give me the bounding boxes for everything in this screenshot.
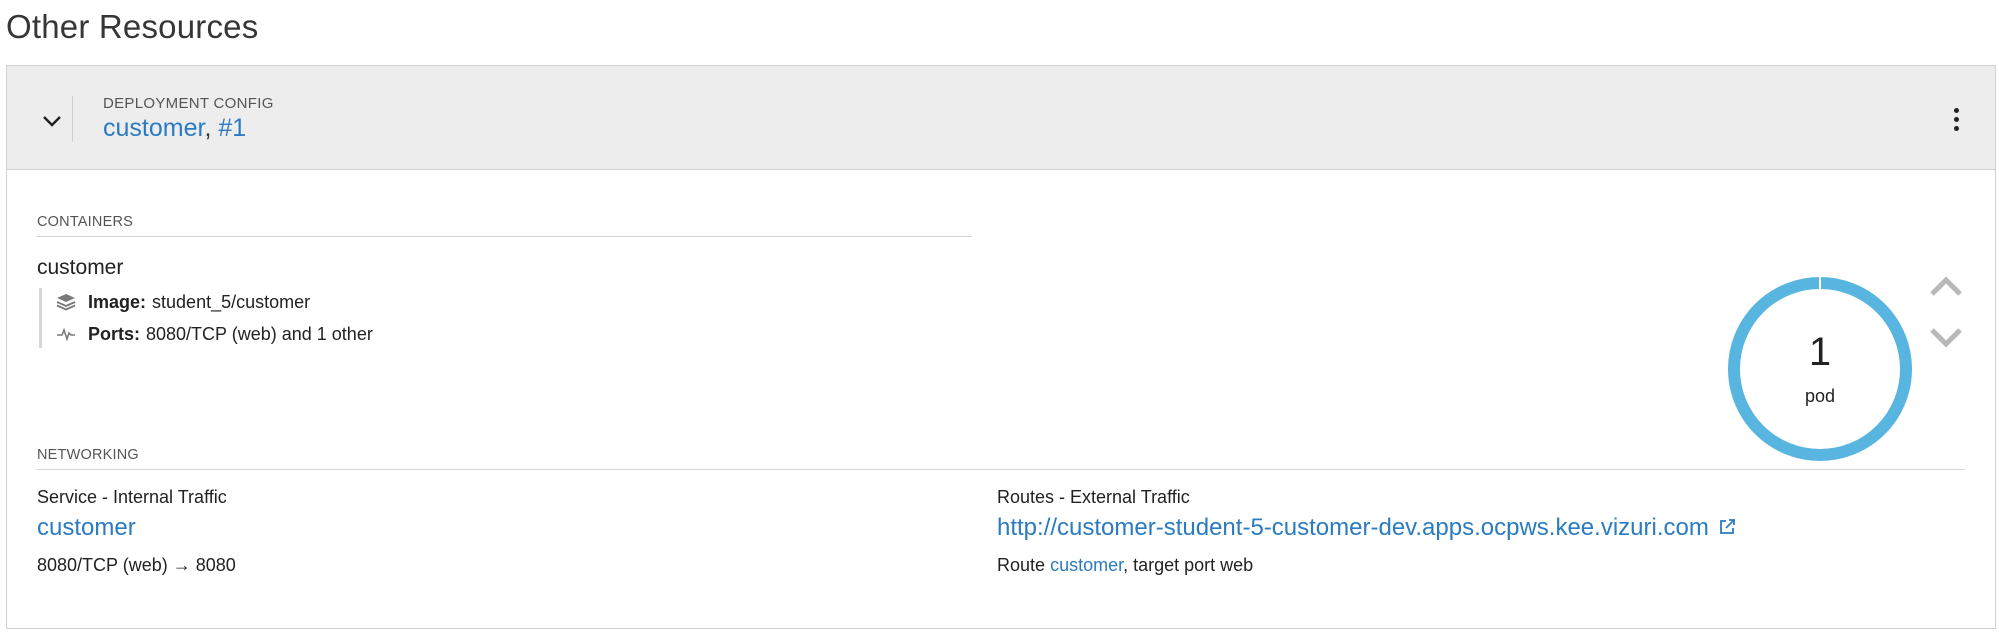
networking-section-label: NETWORKING bbox=[37, 447, 139, 463]
route-url-link[interactable]: http://customer-student-5-customer-dev.a… bbox=[997, 514, 1709, 541]
deployment-kind-label: DEPLOYMENT CONFIG bbox=[103, 95, 274, 112]
chevron-down-icon bbox=[1930, 328, 1962, 348]
page-title: Other Resources bbox=[6, 8, 259, 45]
image-label: Image: bbox=[88, 291, 147, 312]
route-suffix: , target port web bbox=[1123, 555, 1254, 575]
deployment-title: customer, #1 bbox=[103, 114, 246, 143]
container-details: Image: student_5/customer Ports: 8080/TC… bbox=[39, 288, 373, 348]
card-header: DEPLOYMENT CONFIG customer, #1 bbox=[7, 66, 1995, 170]
containers-section-label: CONTAINERS bbox=[37, 214, 133, 230]
external-link-icon[interactable] bbox=[1718, 518, 1736, 536]
service-heading: Service - Internal Traffic bbox=[37, 487, 227, 507]
ports-row: Ports: 8080/TCP (web) and 1 other bbox=[56, 322, 373, 346]
route-url-row: http://customer-student-5-customer-dev.a… bbox=[997, 514, 1736, 542]
deployment-card: DEPLOYMENT CONFIG customer, #1 CONTAINER… bbox=[6, 65, 1996, 629]
route-detail: Route customer, target port web bbox=[997, 555, 1253, 576]
route-prefix: Route bbox=[997, 555, 1046, 575]
scale-up-button[interactable] bbox=[1927, 271, 1965, 301]
port-arrow: → bbox=[172, 555, 191, 575]
deployment-name-link[interactable]: customer bbox=[103, 114, 204, 142]
expand-toggle-button[interactable] bbox=[31, 102, 73, 140]
header-divider bbox=[72, 96, 73, 142]
route-name-link[interactable]: customer bbox=[1050, 555, 1123, 575]
container-name: customer bbox=[37, 256, 124, 279]
scale-down-button[interactable] bbox=[1927, 323, 1965, 353]
ports-label: Ports: bbox=[88, 323, 141, 344]
kebab-menu-button[interactable] bbox=[1947, 104, 1965, 134]
chevron-down-icon bbox=[43, 116, 61, 127]
image-value: student_5/customer bbox=[152, 291, 311, 312]
networking-divider bbox=[37, 469, 1965, 470]
pod-count: 1 bbox=[1808, 330, 1832, 374]
chevron-up-icon bbox=[1930, 276, 1962, 296]
routes-heading: Routes - External Traffic bbox=[997, 487, 1190, 507]
service-port-to: 8080 bbox=[195, 555, 236, 575]
pod-count-label: pod bbox=[1804, 386, 1836, 406]
kebab-icon bbox=[1953, 107, 1959, 113]
image-row: Image: student_5/customer bbox=[56, 290, 310, 314]
layers-icon bbox=[56, 292, 76, 312]
pulse-icon bbox=[56, 324, 76, 344]
pod-count-donut: 1 pod bbox=[1725, 274, 1915, 464]
deployment-revision-link[interactable]: #1 bbox=[218, 114, 246, 142]
containers-divider bbox=[37, 236, 972, 237]
service-link[interactable]: customer bbox=[37, 514, 136, 542]
service-port-from: 8080/TCP (web) bbox=[37, 555, 168, 575]
title-separator: , bbox=[204, 114, 212, 142]
ports-value: 8080/TCP (web) and 1 other bbox=[146, 323, 373, 344]
service-ports: 8080/TCP (web) → 8080 bbox=[37, 555, 236, 576]
